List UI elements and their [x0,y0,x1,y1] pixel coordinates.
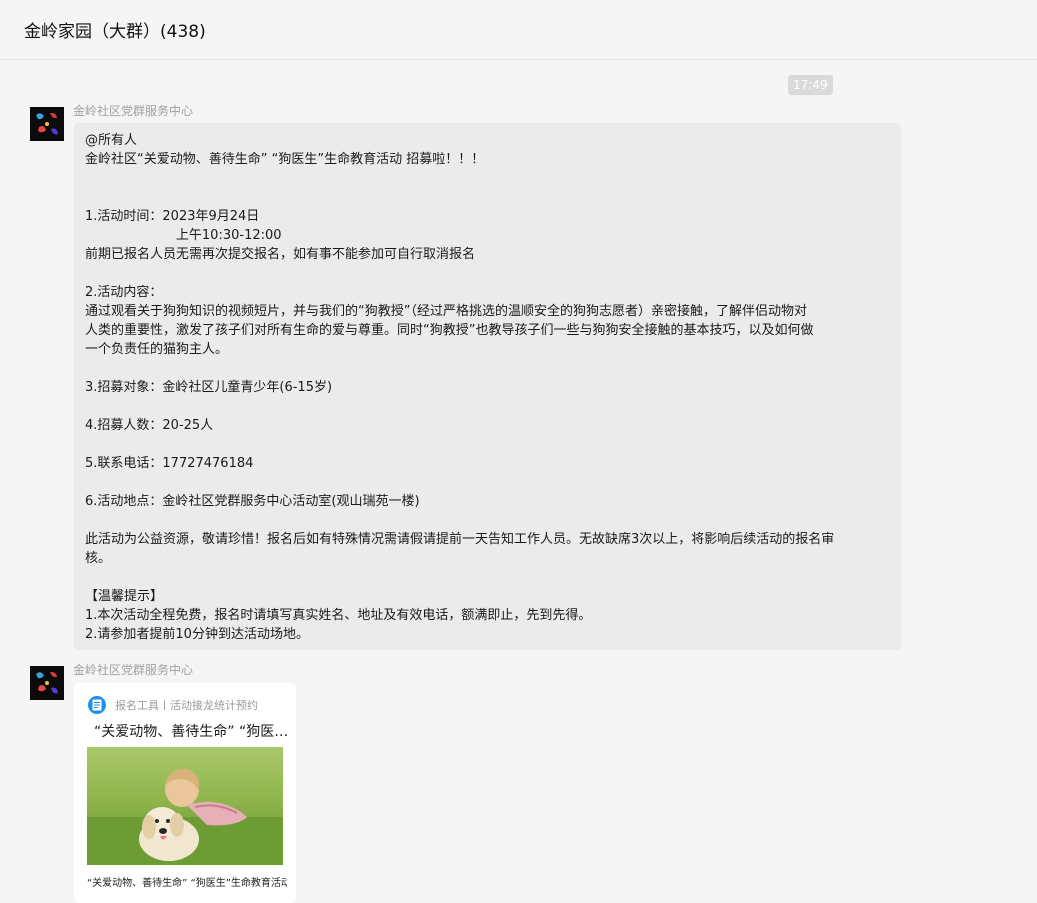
sender-name: 金岭社区党群服务中心 [73,104,194,118]
sender-avatar[interactable] [30,107,64,141]
message-line [85,511,890,530]
document-icon [88,696,106,714]
chat-title[interactable]: 金岭家园（大群）(438) [24,17,206,42]
mini-program-card[interactable]: 报名工具丨活动接龙统计预约 “关爱动物、善待生命” “狗医生”生命教育活动 招募… [74,683,296,903]
message-line: 通过观看关于狗狗知识的视频短片，并与我们的“狗教授”（经过严格挑选的温顺安全的狗… [85,304,807,319]
card-thumbnail-image [87,747,283,865]
message-line: 【温馨提示】 [85,589,164,604]
message-line [85,473,890,492]
message-line [85,397,890,416]
message-line: 3.招募对象：金岭社区儿童青少年(6-15岁) [85,380,333,395]
message-line: 一个负责任的猫狗主人。 [85,342,229,357]
chat-header: 金岭家园（大群）(438) [0,0,1037,60]
message-line: 1.本次活动全程免费，报名时请填写真实姓名、地址及有效电话，额满即止，先到先得。 [85,608,592,623]
message-line: 4.招募人数：20-25人 [85,418,214,433]
card-app-row: 报名工具丨活动接龙统计预约 [88,696,258,714]
message-line: 1.活动时间：2023年9月24日 [85,209,260,224]
sender-avatar[interactable] [30,666,64,700]
message-line: 核。 [85,551,112,566]
message-line: 此活动为公益资源，敬请珍惜！报名后如有特殊情况需请假请提前一天告知工作人员。无故… [85,532,835,547]
message-line [85,568,890,587]
message-bubble[interactable]: @所有人金岭社区“关爱动物、善待生命” “狗医生”生命教育活动 招募啦！！！ 1.… [74,123,901,650]
message-line: 2.请参加者提前10分钟到达活动场地。 [85,627,309,642]
message-line [85,264,890,283]
message-line: 前期已报名人员无需再次提交报名，如有事不能参加可自行取消报名 [85,247,476,262]
sender-name: 金岭社区党群服务中心 [73,663,194,677]
message-line: 5.联系电话：17727476184 [85,456,254,471]
message-line [85,169,890,188]
message-line: 6.活动地点：金岭社区党群服务中心活动室(观山瑞苑一楼) [85,494,420,509]
card-title: “关爱动物、善待生命” “狗医生”生命教育活动 招募啦 [94,724,289,740]
message-line: 人类的重要性，激发了孩子们对所有生命的爱与尊重。同时“狗教授”也教导孩子们一些与… [85,323,814,338]
message-line [85,188,890,207]
card-app-name: 报名工具丨活动接龙统计预约 [115,699,258,712]
message-timestamp: 17:49 [788,75,833,95]
message-line: 金岭社区“关爱动物、善待生命” “狗医生”生命教育活动 招募啦！！！ [85,152,485,167]
message-line: 2.活动内容： [85,285,163,300]
message-line: 上午10:30-12:00 [85,228,282,243]
message-line [85,359,890,378]
message-line [85,435,890,454]
card-caption: “关爱动物、善待生命” “狗医生”生命教育活动 [87,878,287,889]
message-line: @所有人 [85,133,138,148]
